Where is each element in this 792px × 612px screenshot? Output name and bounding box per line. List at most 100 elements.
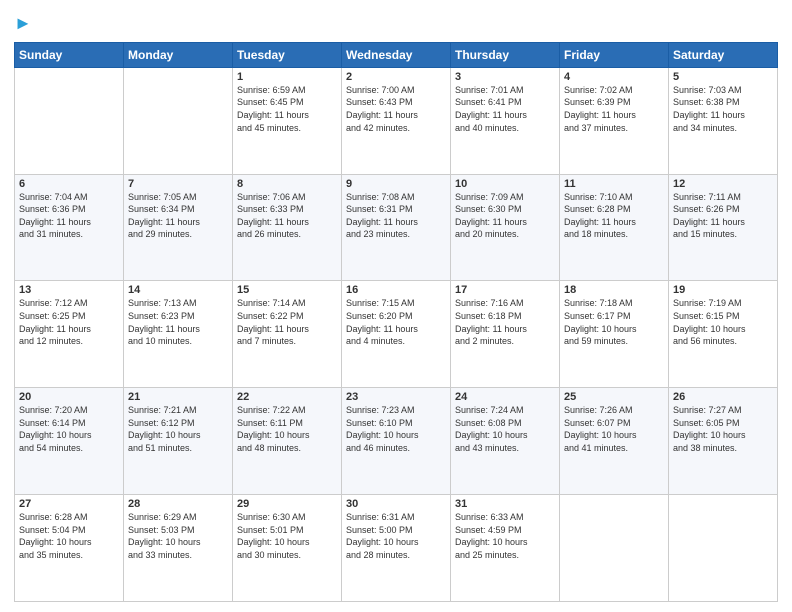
day-cell: 9Sunrise: 7:08 AM Sunset: 6:31 PM Daylig… [342, 174, 451, 281]
day-info: Sunrise: 7:08 AM Sunset: 6:31 PM Dayligh… [346, 191, 446, 241]
day-info: Sunrise: 7:10 AM Sunset: 6:28 PM Dayligh… [564, 191, 664, 241]
day-number: 11 [564, 178, 664, 190]
day-info: Sunrise: 7:12 AM Sunset: 6:25 PM Dayligh… [19, 297, 119, 347]
week-row-5: 27Sunrise: 6:28 AM Sunset: 5:04 PM Dayli… [15, 495, 778, 602]
day-cell: 7Sunrise: 7:05 AM Sunset: 6:34 PM Daylig… [124, 174, 233, 281]
day-info: Sunrise: 7:21 AM Sunset: 6:12 PM Dayligh… [128, 404, 228, 454]
day-info: Sunrise: 7:22 AM Sunset: 6:11 PM Dayligh… [237, 404, 337, 454]
day-cell: 12Sunrise: 7:11 AM Sunset: 6:26 PM Dayli… [669, 174, 778, 281]
day-cell: 2Sunrise: 7:00 AM Sunset: 6:43 PM Daylig… [342, 67, 451, 174]
day-cell: 8Sunrise: 7:06 AM Sunset: 6:33 PM Daylig… [233, 174, 342, 281]
logo: ► [14, 14, 32, 34]
day-info: Sunrise: 7:02 AM Sunset: 6:39 PM Dayligh… [564, 84, 664, 134]
day-info: Sunrise: 7:04 AM Sunset: 6:36 PM Dayligh… [19, 191, 119, 241]
day-cell: 29Sunrise: 6:30 AM Sunset: 5:01 PM Dayli… [233, 495, 342, 602]
day-cell: 1Sunrise: 6:59 AM Sunset: 6:45 PM Daylig… [233, 67, 342, 174]
weekday-header-row: SundayMondayTuesdayWednesdayThursdayFrid… [15, 42, 778, 67]
day-cell: 17Sunrise: 7:16 AM Sunset: 6:18 PM Dayli… [451, 281, 560, 388]
day-number: 19 [673, 284, 773, 296]
day-number: 27 [19, 498, 119, 510]
day-info: Sunrise: 6:30 AM Sunset: 5:01 PM Dayligh… [237, 511, 337, 561]
day-info: Sunrise: 7:01 AM Sunset: 6:41 PM Dayligh… [455, 84, 555, 134]
logo-text: ► [14, 14, 32, 34]
day-info: Sunrise: 6:28 AM Sunset: 5:04 PM Dayligh… [19, 511, 119, 561]
day-cell: 31Sunrise: 6:33 AM Sunset: 4:59 PM Dayli… [451, 495, 560, 602]
week-row-4: 20Sunrise: 7:20 AM Sunset: 6:14 PM Dayli… [15, 388, 778, 495]
day-info: Sunrise: 7:19 AM Sunset: 6:15 PM Dayligh… [673, 297, 773, 347]
day-cell: 10Sunrise: 7:09 AM Sunset: 6:30 PM Dayli… [451, 174, 560, 281]
day-cell: 23Sunrise: 7:23 AM Sunset: 6:10 PM Dayli… [342, 388, 451, 495]
day-number: 29 [237, 498, 337, 510]
day-cell: 18Sunrise: 7:18 AM Sunset: 6:17 PM Dayli… [560, 281, 669, 388]
weekday-saturday: Saturday [669, 42, 778, 67]
weekday-sunday: Sunday [15, 42, 124, 67]
day-number: 20 [19, 391, 119, 403]
day-cell: 4Sunrise: 7:02 AM Sunset: 6:39 PM Daylig… [560, 67, 669, 174]
page: ► SundayMondayTuesdayWednesdayThursdayFr… [0, 0, 792, 612]
logo-icon: ► [14, 13, 32, 33]
day-info: Sunrise: 7:15 AM Sunset: 6:20 PM Dayligh… [346, 297, 446, 347]
day-number: 26 [673, 391, 773, 403]
day-number: 12 [673, 178, 773, 190]
day-info: Sunrise: 7:18 AM Sunset: 6:17 PM Dayligh… [564, 297, 664, 347]
day-cell [15, 67, 124, 174]
day-number: 22 [237, 391, 337, 403]
day-cell: 28Sunrise: 6:29 AM Sunset: 5:03 PM Dayli… [124, 495, 233, 602]
day-number: 8 [237, 178, 337, 190]
day-info: Sunrise: 7:13 AM Sunset: 6:23 PM Dayligh… [128, 297, 228, 347]
day-info: Sunrise: 7:11 AM Sunset: 6:26 PM Dayligh… [673, 191, 773, 241]
day-number: 23 [346, 391, 446, 403]
day-cell: 3Sunrise: 7:01 AM Sunset: 6:41 PM Daylig… [451, 67, 560, 174]
day-cell: 21Sunrise: 7:21 AM Sunset: 6:12 PM Dayli… [124, 388, 233, 495]
day-info: Sunrise: 7:26 AM Sunset: 6:07 PM Dayligh… [564, 404, 664, 454]
day-cell: 19Sunrise: 7:19 AM Sunset: 6:15 PM Dayli… [669, 281, 778, 388]
day-cell: 6Sunrise: 7:04 AM Sunset: 6:36 PM Daylig… [15, 174, 124, 281]
day-info: Sunrise: 7:24 AM Sunset: 6:08 PM Dayligh… [455, 404, 555, 454]
day-number: 28 [128, 498, 228, 510]
day-cell: 26Sunrise: 7:27 AM Sunset: 6:05 PM Dayli… [669, 388, 778, 495]
day-number: 6 [19, 178, 119, 190]
day-cell: 13Sunrise: 7:12 AM Sunset: 6:25 PM Dayli… [15, 281, 124, 388]
day-info: Sunrise: 7:23 AM Sunset: 6:10 PM Dayligh… [346, 404, 446, 454]
day-cell: 11Sunrise: 7:10 AM Sunset: 6:28 PM Dayli… [560, 174, 669, 281]
day-number: 30 [346, 498, 446, 510]
day-info: Sunrise: 6:59 AM Sunset: 6:45 PM Dayligh… [237, 84, 337, 134]
calendar-table: SundayMondayTuesdayWednesdayThursdayFrid… [14, 42, 778, 602]
day-number: 21 [128, 391, 228, 403]
day-cell [560, 495, 669, 602]
day-info: Sunrise: 7:03 AM Sunset: 6:38 PM Dayligh… [673, 84, 773, 134]
day-cell [669, 495, 778, 602]
week-row-1: 1Sunrise: 6:59 AM Sunset: 6:45 PM Daylig… [15, 67, 778, 174]
day-number: 1 [237, 71, 337, 83]
day-number: 14 [128, 284, 228, 296]
weekday-tuesday: Tuesday [233, 42, 342, 67]
day-cell: 5Sunrise: 7:03 AM Sunset: 6:38 PM Daylig… [669, 67, 778, 174]
day-cell: 24Sunrise: 7:24 AM Sunset: 6:08 PM Dayli… [451, 388, 560, 495]
weekday-monday: Monday [124, 42, 233, 67]
day-info: Sunrise: 7:00 AM Sunset: 6:43 PM Dayligh… [346, 84, 446, 134]
day-number: 9 [346, 178, 446, 190]
day-number: 3 [455, 71, 555, 83]
week-row-2: 6Sunrise: 7:04 AM Sunset: 6:36 PM Daylig… [15, 174, 778, 281]
day-cell: 25Sunrise: 7:26 AM Sunset: 6:07 PM Dayli… [560, 388, 669, 495]
day-info: Sunrise: 7:16 AM Sunset: 6:18 PM Dayligh… [455, 297, 555, 347]
day-number: 5 [673, 71, 773, 83]
day-info: Sunrise: 7:20 AM Sunset: 6:14 PM Dayligh… [19, 404, 119, 454]
day-cell [124, 67, 233, 174]
day-info: Sunrise: 6:31 AM Sunset: 5:00 PM Dayligh… [346, 511, 446, 561]
day-number: 17 [455, 284, 555, 296]
day-cell: 14Sunrise: 7:13 AM Sunset: 6:23 PM Dayli… [124, 281, 233, 388]
day-cell: 22Sunrise: 7:22 AM Sunset: 6:11 PM Dayli… [233, 388, 342, 495]
day-info: Sunrise: 6:29 AM Sunset: 5:03 PM Dayligh… [128, 511, 228, 561]
day-number: 15 [237, 284, 337, 296]
header: ► [14, 10, 778, 34]
day-cell: 16Sunrise: 7:15 AM Sunset: 6:20 PM Dayli… [342, 281, 451, 388]
day-number: 2 [346, 71, 446, 83]
day-info: Sunrise: 7:06 AM Sunset: 6:33 PM Dayligh… [237, 191, 337, 241]
day-info: Sunrise: 7:05 AM Sunset: 6:34 PM Dayligh… [128, 191, 228, 241]
day-cell: 20Sunrise: 7:20 AM Sunset: 6:14 PM Dayli… [15, 388, 124, 495]
day-number: 10 [455, 178, 555, 190]
weekday-friday: Friday [560, 42, 669, 67]
day-info: Sunrise: 7:14 AM Sunset: 6:22 PM Dayligh… [237, 297, 337, 347]
day-number: 25 [564, 391, 664, 403]
